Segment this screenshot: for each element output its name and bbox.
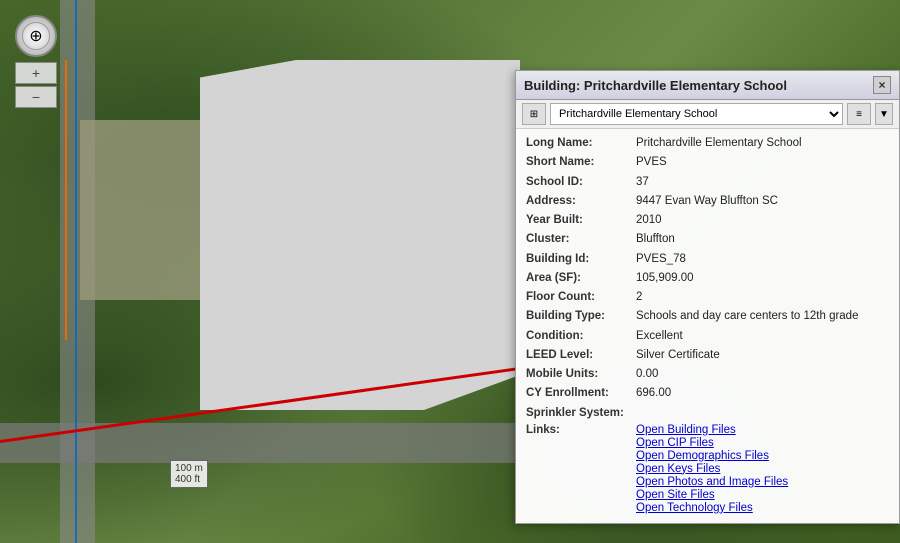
info-panel-body: Long Name: Pritchardville Elementary Sch… (516, 129, 899, 523)
short-name-row: Short Name: PVES (526, 154, 889, 171)
school-id-row: School ID: 37 (526, 174, 889, 191)
info-panel-toolbar: ⊞ Pritchardville Elementary School ≡ ▼ (516, 100, 899, 129)
stack-icon: ≡ (856, 109, 862, 120)
address-value: 9447 Evan Way Bluffton SC (636, 193, 778, 210)
mobile-units-label: Mobile Units: (526, 366, 636, 383)
links-label: Links: (526, 424, 636, 436)
sprinkler-label: Sprinkler System: (526, 405, 636, 422)
scale-bar: 100 m 400 ft (170, 460, 208, 488)
open-technology-files-link[interactable]: Open Technology Files (636, 502, 788, 514)
scale-100m: 100 m (175, 463, 203, 474)
zoom-out-button[interactable]: − (15, 86, 57, 108)
building-type-label: Building Type: (526, 308, 636, 325)
open-cip-files-link[interactable]: Open CIP Files (636, 437, 788, 449)
cy-enrollment-label: CY Enrollment: (526, 385, 636, 402)
leed-level-label: LEED Level: (526, 347, 636, 364)
floor-count-label: Floor Count: (526, 289, 636, 306)
long-name-label: Long Name: (526, 135, 636, 152)
zoom-group: + − (15, 62, 57, 108)
school-id-label: School ID: (526, 174, 636, 191)
links-section: Open Building Files Open CIP Files Open … (636, 424, 788, 515)
year-built-label: Year Built: (526, 212, 636, 229)
condition-value: Excellent (636, 328, 683, 345)
zoom-in-button[interactable]: + (15, 62, 57, 84)
long-name-row: Long Name: Pritchardville Elementary Sch… (526, 135, 889, 152)
open-photos-files-link[interactable]: Open Photos and Image Files (636, 476, 788, 488)
area-value: 105,909.00 (636, 270, 694, 287)
info-panel-title: Building: Pritchardville Elementary Scho… (524, 78, 787, 93)
condition-row: Condition: Excellent (526, 328, 889, 345)
short-name-label: Short Name: (526, 154, 636, 171)
blue-line (75, 0, 77, 543)
short-name-value: PVES (636, 154, 667, 171)
open-keys-files-link[interactable]: Open Keys Files (636, 463, 788, 475)
nav-controls: ⊕ + − (15, 15, 57, 110)
cluster-row: Cluster: Bluffton (526, 231, 889, 248)
area-row: Area (SF): 105,909.00 (526, 270, 889, 287)
compass-inner: ⊕ (22, 22, 50, 50)
building-id-row: Building Id: PVES_78 (526, 251, 889, 268)
links-row: Links: Open Building Files Open CIP File… (526, 424, 889, 515)
long-name-value: Pritchardville Elementary School (636, 135, 802, 152)
year-built-row: Year Built: 2010 (526, 212, 889, 229)
cluster-label: Cluster: (526, 231, 636, 248)
area-label: Area (SF): (526, 270, 636, 287)
building-type-row: Building Type: Schools and day care cent… (526, 308, 889, 325)
building-type-value: Schools and day care centers to 12th gra… (636, 308, 858, 325)
orange-line (65, 60, 67, 340)
condition-label: Condition: (526, 328, 636, 345)
year-built-value: 2010 (636, 212, 662, 229)
school-id-value: 37 (636, 174, 649, 191)
cluster-value: Bluffton (636, 231, 675, 248)
address-label: Address: (526, 193, 636, 210)
open-building-files-link[interactable]: Open Building Files (636, 424, 788, 436)
dropdown-icon: ▼ (879, 109, 889, 120)
floor-count-value: 2 (636, 289, 642, 306)
parking-lot (80, 120, 210, 300)
floor-count-row: Floor Count: 2 (526, 289, 889, 306)
toolbar-grid-button[interactable]: ⊞ (522, 103, 546, 125)
info-panel: Building: Pritchardville Elementary Scho… (515, 70, 900, 524)
grid-icon: ⊞ (530, 109, 538, 120)
open-demographics-files-link[interactable]: Open Demographics Files (636, 450, 788, 462)
scale-400ft: 400 ft (175, 474, 200, 485)
info-panel-header: Building: Pritchardville Elementary Scho… (516, 71, 899, 100)
compass-button[interactable]: ⊕ (15, 15, 57, 57)
sprinkler-row: Sprinkler System: (526, 405, 889, 422)
building-shape (200, 60, 520, 410)
building-id-value: PVES_78 (636, 251, 686, 268)
building-id-label: Building Id: (526, 251, 636, 268)
mobile-units-row: Mobile Units: 0.00 (526, 366, 889, 383)
dropdown-button[interactable]: ▼ (875, 103, 893, 125)
cy-enrollment-row: CY Enrollment: 696.00 (526, 385, 889, 402)
stack-button[interactable]: ≡ (847, 103, 871, 125)
leed-level-row: LEED Level: Silver Certificate (526, 347, 889, 364)
mobile-units-value: 0.00 (636, 366, 658, 383)
address-row: Address: 9447 Evan Way Bluffton SC (526, 193, 889, 210)
cy-enrollment-value: 696.00 (636, 385, 671, 402)
open-site-files-link[interactable]: Open Site Files (636, 489, 788, 501)
building-select[interactable]: Pritchardville Elementary School (550, 103, 843, 125)
leed-level-value: Silver Certificate (636, 347, 720, 364)
close-button[interactable]: × (873, 76, 891, 94)
